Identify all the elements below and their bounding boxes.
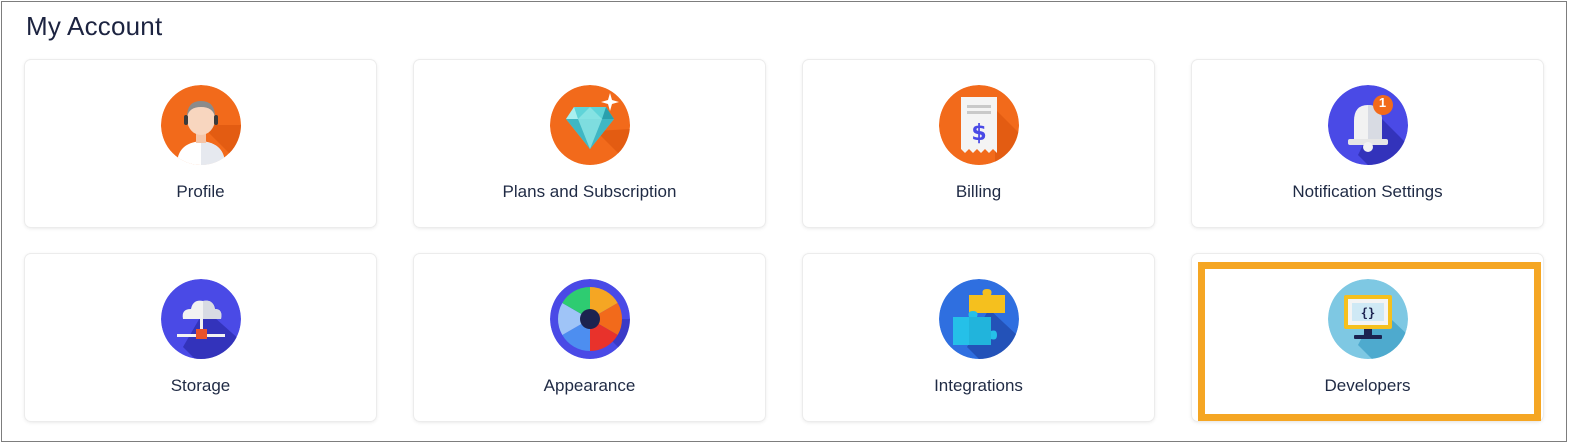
card-profile[interactable]: Profile — [25, 60, 376, 227]
card-notification-settings[interactable]: 1 Notification Settings — [1192, 60, 1543, 227]
svg-text:$: $ — [971, 121, 986, 146]
card-label: Appearance — [543, 376, 636, 395]
card-label: Notification Settings — [1292, 182, 1443, 201]
card-storage[interactable]: Storage — [25, 254, 376, 421]
color-wheel-icon — [549, 279, 630, 359]
card-appearance[interactable]: Appearance — [414, 254, 765, 421]
card-label: Plans and Subscription — [502, 182, 677, 201]
code-monitor-icon: {} — [1327, 279, 1408, 359]
card-label: Integrations — [934, 376, 1023, 395]
card-label: Billing — [955, 182, 1002, 201]
cloud-network-icon — [160, 279, 241, 359]
card-label: Profile — [176, 182, 225, 201]
notification-badge: 1 — [1378, 95, 1387, 110]
card-label: Developers — [1324, 376, 1411, 395]
card-billing[interactable]: $ Billing — [803, 60, 1154, 227]
card-integrations[interactable]: Integrations — [803, 254, 1154, 421]
svg-text:{}: {} — [1360, 306, 1374, 320]
bell-icon: 1 — [1327, 85, 1408, 165]
page-title: My Account — [26, 11, 163, 41]
my-account-panel: My Account Profile Plans and Subscriptio… — [1, 1, 1567, 442]
card-plans-and-subscription[interactable]: Plans and Subscription — [414, 60, 765, 227]
card-label: Storage — [170, 376, 231, 395]
puzzle-icon — [938, 279, 1019, 359]
receipt-icon: $ — [938, 85, 1019, 165]
diamond-icon — [549, 85, 630, 165]
card-developers[interactable]: {} Developers — [1192, 254, 1543, 421]
profile-avatar-icon — [160, 85, 241, 165]
